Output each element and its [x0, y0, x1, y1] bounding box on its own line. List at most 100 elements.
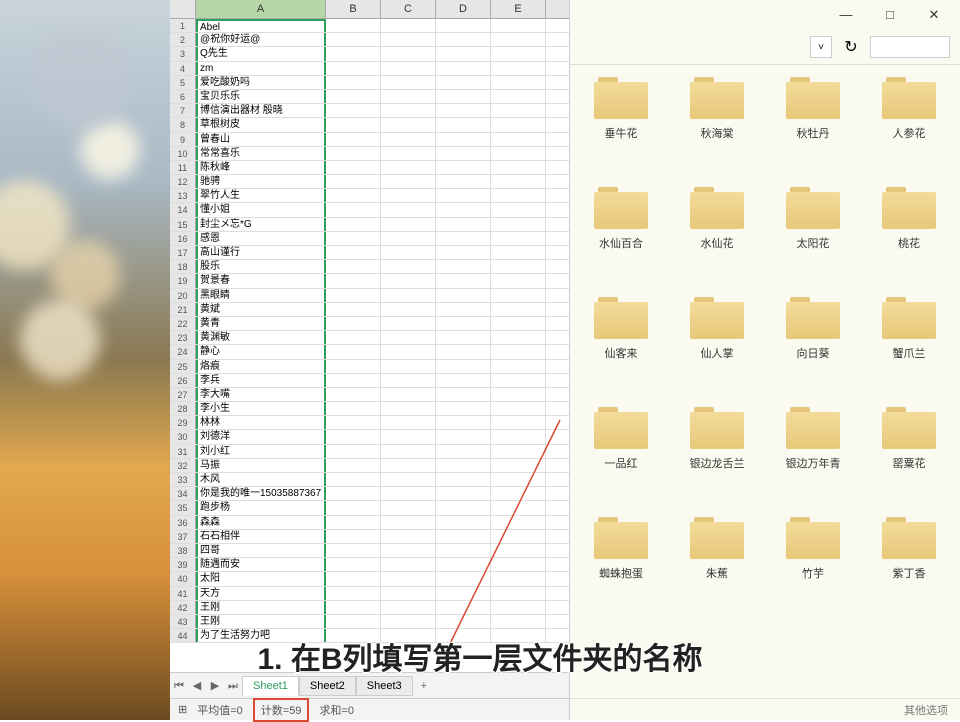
cell-C16[interactable]: [381, 232, 436, 245]
cell-B3[interactable]: [326, 47, 381, 60]
cell-B4[interactable]: [326, 62, 381, 75]
cell-D9[interactable]: [436, 133, 491, 146]
row-header[interactable]: 1: [170, 19, 196, 32]
cell-C23[interactable]: [381, 331, 436, 344]
cell-A20[interactable]: 黑眼睛: [196, 289, 326, 302]
cell-B33[interactable]: [326, 473, 381, 486]
cell-C26[interactable]: [381, 374, 436, 387]
cell-B17[interactable]: [326, 246, 381, 259]
row-header[interactable]: 41: [170, 587, 196, 600]
cell-C13[interactable]: [381, 189, 436, 202]
cell-A32[interactable]: 马振: [196, 459, 326, 472]
cell-B15[interactable]: [326, 218, 381, 231]
cell-E27[interactable]: [491, 388, 546, 401]
cell-C27[interactable]: [381, 388, 436, 401]
cell-D39[interactable]: [436, 558, 491, 571]
folder-item[interactable]: 银边万年青: [766, 403, 860, 511]
cell-D15[interactable]: [436, 218, 491, 231]
row-header[interactable]: 12: [170, 175, 196, 188]
cell-C6[interactable]: [381, 90, 436, 103]
cell-D17[interactable]: [436, 246, 491, 259]
cell-D19[interactable]: [436, 274, 491, 287]
cell-B43[interactable]: [326, 615, 381, 628]
folder-item[interactable]: 蜘蛛抱蛋: [574, 513, 668, 621]
cell-D32[interactable]: [436, 459, 491, 472]
row-header[interactable]: 21: [170, 303, 196, 316]
cell-C31[interactable]: [381, 445, 436, 458]
row-header[interactable]: 6: [170, 90, 196, 103]
view-dropdown[interactable]: ˅: [810, 36, 832, 58]
cell-A41[interactable]: 天方: [196, 587, 326, 600]
cell-D34[interactable]: [436, 487, 491, 500]
cell-A26[interactable]: 李兵: [196, 374, 326, 387]
cell-B1[interactable]: [326, 19, 381, 32]
cell-C35[interactable]: [381, 501, 436, 514]
cell-A5[interactable]: 爱吃酸奶吗: [196, 76, 326, 89]
cell-C36[interactable]: [381, 516, 436, 529]
row-header[interactable]: 40: [170, 572, 196, 585]
cell-C9[interactable]: [381, 133, 436, 146]
cell-E39[interactable]: [491, 558, 546, 571]
cell-E35[interactable]: [491, 501, 546, 514]
row-header[interactable]: 17: [170, 246, 196, 259]
cell-C39[interactable]: [381, 558, 436, 571]
folder-item[interactable]: 朱蕉: [670, 513, 764, 621]
cell-B36[interactable]: [326, 516, 381, 529]
cell-A17[interactable]: 高山谨行: [196, 246, 326, 259]
folder-item[interactable]: 秋海棠: [670, 73, 764, 181]
maximize-button[interactable]: □: [868, 1, 912, 29]
cell-C41[interactable]: [381, 587, 436, 600]
folder-item[interactable]: 紫丁香: [862, 513, 956, 621]
cell-B29[interactable]: [326, 416, 381, 429]
cell-B9[interactable]: [326, 133, 381, 146]
cell-C33[interactable]: [381, 473, 436, 486]
row-header[interactable]: 32: [170, 459, 196, 472]
cell-C14[interactable]: [381, 203, 436, 216]
cell-E15[interactable]: [491, 218, 546, 231]
cell-B11[interactable]: [326, 161, 381, 174]
folder-item[interactable]: 桃花: [862, 183, 956, 291]
cell-C38[interactable]: [381, 544, 436, 557]
cell-D21[interactable]: [436, 303, 491, 316]
cell-E12[interactable]: [491, 175, 546, 188]
cell-C34[interactable]: [381, 487, 436, 500]
cell-E8[interactable]: [491, 118, 546, 131]
cell-A18[interactable]: 股乐: [196, 260, 326, 273]
cell-E36[interactable]: [491, 516, 546, 529]
cell-B10[interactable]: [326, 147, 381, 160]
cell-D22[interactable]: [436, 317, 491, 330]
cell-B24[interactable]: [326, 345, 381, 358]
cell-D4[interactable]: [436, 62, 491, 75]
tab-sheet2[interactable]: Sheet2: [299, 676, 356, 696]
row-header[interactable]: 26: [170, 374, 196, 387]
cell-C2[interactable]: [381, 33, 436, 46]
column-header-C[interactable]: C: [381, 0, 436, 18]
cell-A10[interactable]: 常常喜乐: [196, 147, 326, 160]
cell-A34[interactable]: 你是我的唯一15035887367: [196, 487, 326, 500]
cell-A25[interactable]: 烙痕: [196, 360, 326, 373]
cell-D12[interactable]: [436, 175, 491, 188]
row-header[interactable]: 33: [170, 473, 196, 486]
cell-D29[interactable]: [436, 416, 491, 429]
cell-B39[interactable]: [326, 558, 381, 571]
cell-A30[interactable]: 刘德洋: [196, 430, 326, 443]
folder-item[interactable]: 竹芋: [766, 513, 860, 621]
cell-C32[interactable]: [381, 459, 436, 472]
cell-D40[interactable]: [436, 572, 491, 585]
cell-D36[interactable]: [436, 516, 491, 529]
cell-E14[interactable]: [491, 203, 546, 216]
cell-B2[interactable]: [326, 33, 381, 46]
row-header[interactable]: 42: [170, 601, 196, 614]
cell-E32[interactable]: [491, 459, 546, 472]
folder-item[interactable]: 水仙花: [670, 183, 764, 291]
row-header[interactable]: 34: [170, 487, 196, 500]
cell-C1[interactable]: [381, 19, 436, 32]
cell-A28[interactable]: 李小生: [196, 402, 326, 415]
cell-E43[interactable]: [491, 615, 546, 628]
cell-D11[interactable]: [436, 161, 491, 174]
select-all-cell[interactable]: [170, 0, 196, 18]
cell-B18[interactable]: [326, 260, 381, 273]
row-header[interactable]: 3: [170, 47, 196, 60]
row-header[interactable]: 44: [170, 629, 196, 642]
tab-nav-first[interactable]: ⏮: [170, 676, 188, 696]
